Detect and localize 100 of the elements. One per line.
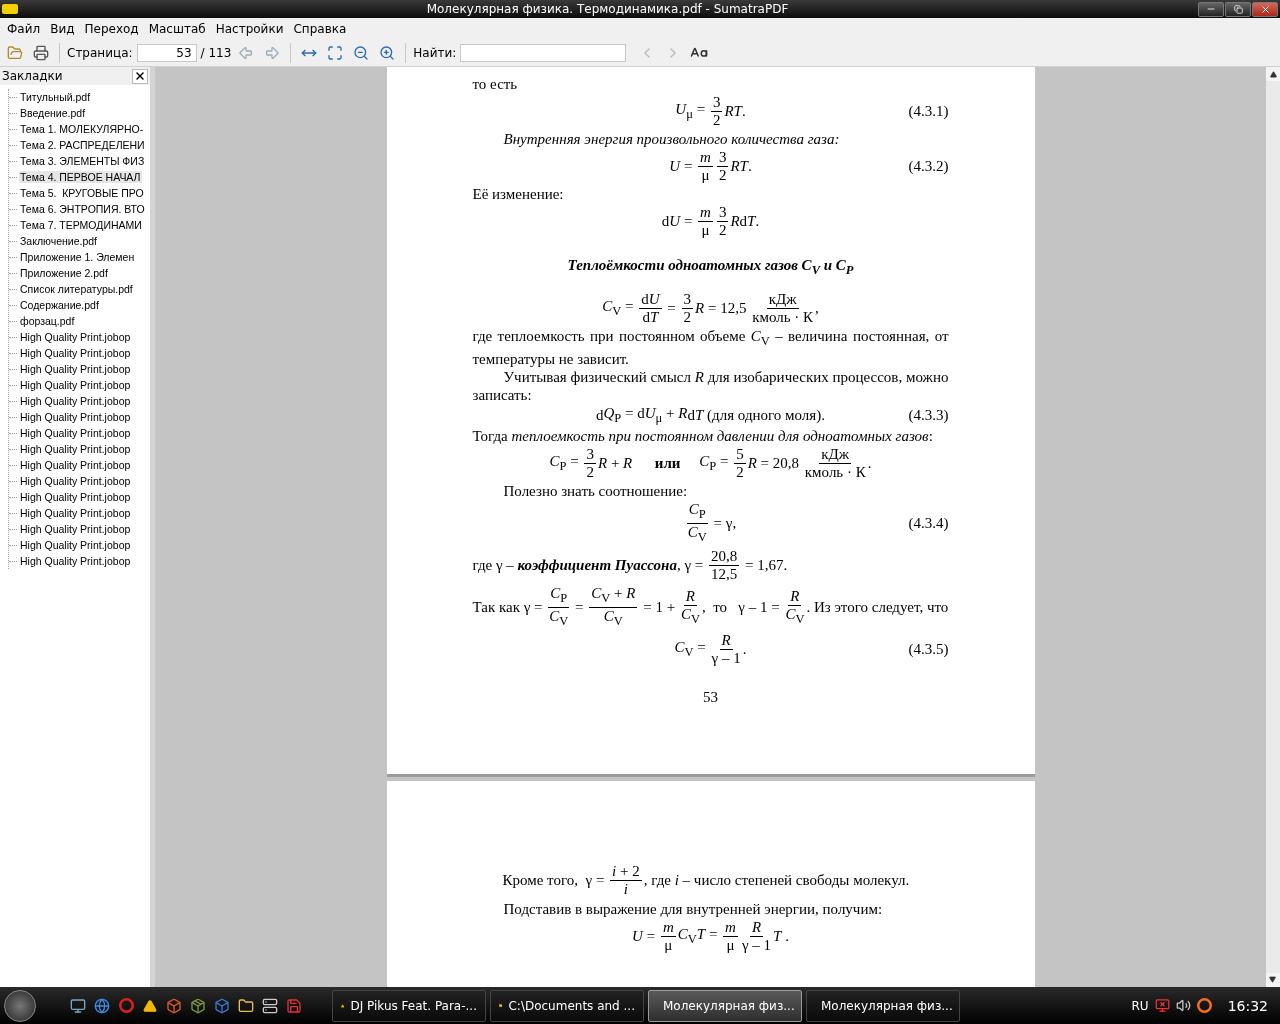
fraction: C$_{P}$ C$_{V}$	[686, 501, 708, 546]
formula-text: d	[661, 212, 670, 231]
scroll-down-button[interactable]	[1266, 973, 1280, 987]
formula-text: ,	[815, 299, 819, 318]
bookmark-item[interactable]: Тема 3. ЭЛЕМЕНТЫ ФИЗ	[19, 155, 146, 167]
menu-item[interactable]: Файл	[2, 22, 46, 36]
page-number-field[interactable]: 53	[136, 44, 197, 62]
equation-number: (4.3.5)	[908, 641, 949, 658]
formula-text: C$_{V}$ =	[674, 638, 707, 661]
formula-text: =	[574, 598, 585, 617]
taskbar-button[interactable]: C:\Documents and ...	[490, 989, 644, 1022]
section-heading: Теплоёмкости одноатомных газов C$_{V}$ и C$_{P}$	[566, 256, 855, 279]
language-indicator[interactable]: RU	[1131, 998, 1149, 1013]
formula-text: , где i – число степеней свободы молекул.	[643, 871, 910, 890]
box-icon	[166, 997, 182, 1014]
taskbar-button[interactable]: DJ Pikus Feat. Para-...	[332, 989, 486, 1022]
formula-text: или	[654, 454, 681, 473]
fraction: R γ – 1	[711, 632, 741, 667]
bookmark-item[interactable]: Титульный.pdf	[19, 91, 92, 103]
formula-text: Так как γ =	[472, 598, 544, 617]
paragraph: Тогда теплоемкость при постоянном давлении для одноатомных газов:	[472, 427, 934, 445]
zoom-out-icon	[353, 45, 370, 61]
bookmark-item[interactable]: Введение.pdf	[19, 107, 87, 119]
menu-item[interactable]: Справка	[288, 22, 352, 36]
scroll-up-button[interactable]	[1266, 67, 1280, 81]
formula-text: = γ,	[712, 514, 737, 533]
window-title: Молекулярная физика. Термодинамика.pdf - SumatraPDF	[425, 2, 790, 16]
folder-icon	[7, 45, 23, 61]
box-icon	[214, 997, 230, 1014]
formula-text: U$_{μ}$ + R	[644, 405, 688, 426]
formula-text: T.	[747, 212, 760, 231]
fit-page-icon	[327, 45, 344, 61]
vertical-scrollbar[interactable]	[1266, 67, 1280, 987]
equation-number: (4.3.3)	[908, 407, 949, 424]
bookmark-item[interactable]: Список литературы.pdf	[19, 283, 134, 295]
globe-icon	[94, 997, 110, 1014]
bookmark-item[interactable]: High Quality Print.jobop	[19, 363, 132, 375]
bookmark-item[interactable]: High Quality Print.jobop	[19, 523, 132, 535]
formula-text: = 1,67.	[744, 556, 788, 575]
fraction: 3 2	[710, 94, 723, 129]
bookmark-item[interactable]: Приложение 2.pdf	[19, 267, 109, 279]
bookmark-item[interactable]: Тема 1. МОЛЕКУЛЯРНО-	[19, 123, 145, 135]
app-logo-icon	[2, 4, 18, 14]
bookmark-item[interactable]: Приложение 1. Элемен	[19, 251, 136, 263]
menu-item[interactable]: Вид	[45, 22, 80, 36]
formula-text: C$_{V}$ =	[602, 297, 635, 320]
maximize-button[interactable]	[1225, 1, 1251, 17]
paragraph: то есть	[472, 75, 519, 93]
bookmark-item[interactable]: High Quality Print.jobop	[19, 427, 132, 439]
close-icon	[134, 70, 146, 82]
bookmark-item[interactable]: Тема 5. КРУГОВЫЕ ПРО	[19, 187, 145, 199]
menu-item[interactable]: Переход	[79, 22, 144, 36]
equation-number: (4.3.1)	[908, 103, 949, 120]
bookmark-item[interactable]: High Quality Print.jobop	[19, 395, 132, 407]
bookmark-item[interactable]: High Quality Print.jobop	[19, 331, 132, 343]
fraction: R C$_{V}$	[680, 587, 700, 628]
bookmark-item[interactable]: High Quality Print.jobop	[19, 475, 132, 487]
bookmark-item[interactable]: High Quality Print.jobop	[19, 507, 132, 519]
zoom-in-icon	[379, 45, 396, 61]
ring-icon	[118, 998, 134, 1013]
bookmark-item[interactable]: High Quality Print.jobop	[19, 347, 132, 359]
minimize-button[interactable]	[1198, 1, 1224, 17]
bookmark-item[interactable]: High Quality Print.jobop	[19, 539, 132, 551]
bookmark-item[interactable]: Заключение.pdf	[19, 235, 98, 247]
formula-text: U$_{μ}$ =	[675, 100, 707, 123]
equation-number: (4.3.2)	[908, 158, 949, 175]
fraction: 20,8 12,5	[709, 548, 740, 583]
taskbar-button[interactable]: Молекулярная физ...	[806, 989, 960, 1022]
formula-text: d	[687, 406, 695, 425]
bookmark-item[interactable]: форзац.pdf	[19, 315, 76, 327]
find-field[interactable]	[460, 44, 627, 62]
close-button[interactable]	[1252, 1, 1278, 17]
bookmark-item[interactable]: Тема 7. ТЕРМОДИНАМИ	[19, 219, 143, 231]
formula-text: , то γ – 1 =	[701, 598, 781, 617]
fraction: C$_{P}$ C$_{V}$	[548, 585, 570, 630]
formula-text: R	[730, 212, 740, 231]
bookmark-item[interactable]: High Quality Print.jobop	[19, 491, 132, 503]
menu-item[interactable]: Настройки	[210, 22, 289, 36]
fraction: 5 2	[734, 446, 746, 481]
bookmark-item[interactable]: High Quality Print.jobop	[19, 443, 132, 455]
bookmark-item[interactable]: High Quality Print.jobop	[19, 379, 132, 391]
folder-icon	[238, 997, 254, 1014]
printer-icon	[33, 45, 49, 61]
formula-text: R + R	[597, 454, 634, 473]
bookmark-item[interactable]: High Quality Print.jobop	[19, 411, 132, 423]
bookmark-item[interactable]: Тема 6. ЭНТРОПИЯ. ВТО	[19, 203, 146, 215]
fraction: R C$_{V}$	[785, 587, 805, 628]
close-button[interactable]	[132, 68, 148, 84]
start-button[interactable]	[4, 989, 36, 1022]
taskbar-button[interactable]: Молекулярная физ...	[648, 989, 802, 1022]
menu-item[interactable]: Масштаб	[143, 22, 211, 36]
bookmark-item[interactable]: High Quality Print.jobop	[19, 459, 132, 471]
bookmark-item[interactable]: Тема 4. ПЕРВОЕ НАЧАЛ	[19, 171, 142, 183]
triangle-icon	[143, 998, 157, 1013]
paragraph: Подставив в выражение для внутренней энергии, получим:	[502, 900, 884, 918]
formula-text: Q$_{P}$ = d	[603, 405, 645, 426]
bookmark-item[interactable]: High Quality Print.jobop	[19, 555, 132, 567]
bookmark-item[interactable]: Тема 2. РАСПРЕДЕЛЕНИ	[19, 139, 146, 151]
bookmark-item[interactable]: Содержание.pdf	[19, 299, 100, 311]
formula-text: = 1 +	[642, 598, 677, 617]
